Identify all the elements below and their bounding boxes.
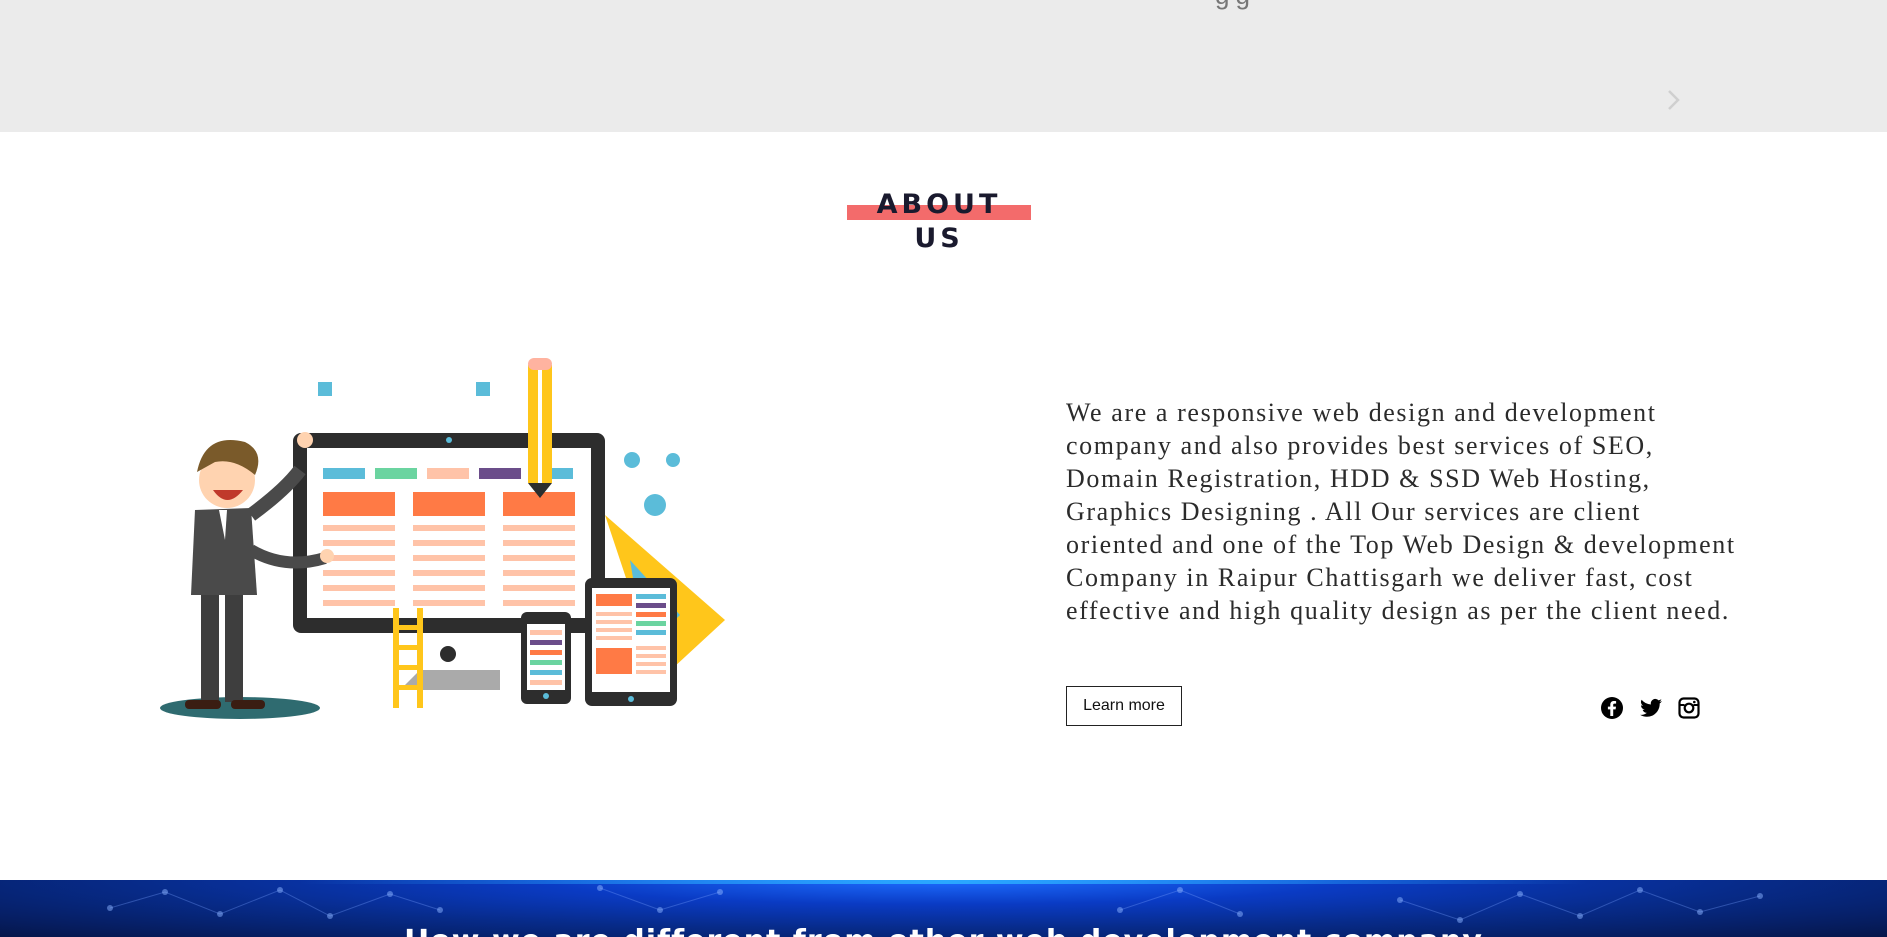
differentiators-banner: How we are different from other web deve…	[0, 880, 1887, 937]
carousel-section: gg	[0, 0, 1887, 132]
instagram-link[interactable]	[1676, 695, 1702, 721]
carousel-next-button[interactable]	[1660, 86, 1688, 114]
about-heading: ABOUT US	[847, 188, 1031, 254]
chevron-right-icon	[1668, 90, 1680, 110]
banner-heading: How we are different from other web deve…	[0, 924, 1887, 937]
learn-more-button[interactable]: Learn more	[1066, 686, 1182, 726]
banner-glow	[300, 880, 1587, 884]
twitter-link[interactable]	[1638, 695, 1664, 721]
facebook-link[interactable]	[1599, 695, 1625, 721]
about-heading-text: ABOUT US	[876, 189, 1002, 254]
twitter-icon	[1640, 698, 1662, 717]
facebook-icon	[1601, 697, 1623, 719]
about-description: We are a responsive web design and devel…	[1066, 398, 1736, 625]
instagram-icon	[1678, 697, 1700, 719]
carousel-partial-text: gg	[1215, 0, 1269, 8]
web-design-illustration	[160, 358, 725, 719]
